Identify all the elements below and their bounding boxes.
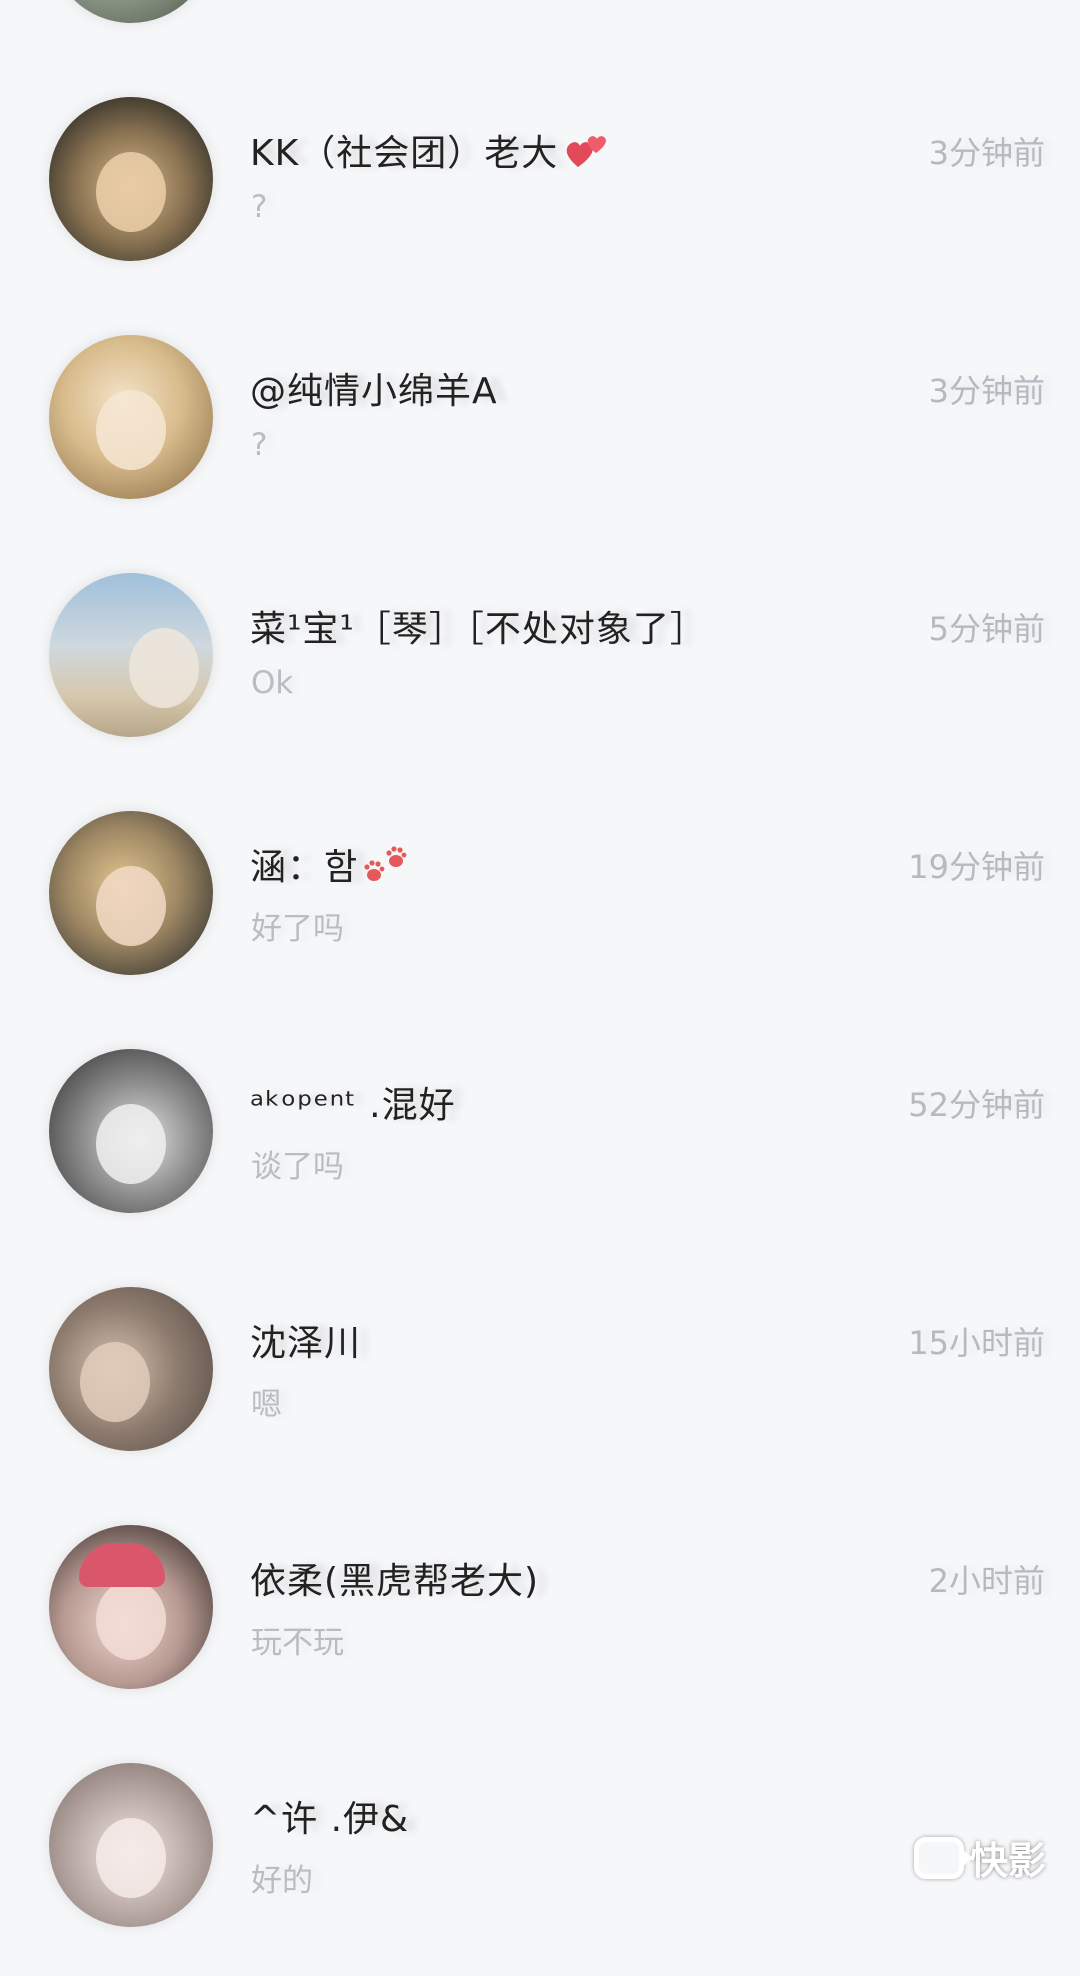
avatar[interactable] bbox=[49, 335, 213, 499]
conversation-row[interactable]: ᵃᵏᵒᵖᵉⁿᵗ .混好 52分钟前 谈了吗 bbox=[0, 1024, 1080, 1262]
avatar[interactable] bbox=[49, 1763, 213, 1927]
last-message: 谈了吗 bbox=[251, 1149, 344, 1185]
avatar[interactable] bbox=[49, 811, 213, 975]
contact-name: @纯情小绵羊A bbox=[250, 371, 498, 412]
video-camera-icon bbox=[913, 1836, 973, 1879]
contact-name: 涵：함 bbox=[250, 838, 410, 894]
last-message: ? bbox=[251, 189, 268, 225]
hearts-icon bbox=[562, 129, 614, 182]
contact-name: 沈泽川 bbox=[250, 1323, 362, 1364]
conversation-row[interactable]: 依柔(黑虎帮老大) 2小时前 玩不玩 bbox=[0, 1500, 1080, 1738]
timestamp: 19分钟前 bbox=[908, 848, 1045, 886]
avatar[interactable] bbox=[49, 0, 213, 23]
contact-name: 依柔(黑虎帮老大) bbox=[250, 1561, 540, 1602]
avatar[interactable] bbox=[49, 1525, 213, 1689]
timestamp: 15小时前 bbox=[908, 1324, 1045, 1362]
timestamp: 5分钟前 bbox=[928, 610, 1045, 648]
last-message: 玩不玩 bbox=[251, 1625, 344, 1661]
paw-icon bbox=[362, 845, 410, 894]
app-watermark: 快影 bbox=[913, 1830, 1046, 1885]
last-message: 嗯 bbox=[251, 1387, 282, 1423]
last-message: Ok bbox=[251, 665, 294, 701]
timestamp: 3分钟前 bbox=[928, 372, 1045, 410]
contact-name: ^许 .伊& bbox=[250, 1799, 410, 1840]
avatar[interactable] bbox=[49, 97, 213, 261]
avatar[interactable] bbox=[49, 1287, 213, 1451]
contact-name: ᵃᵏᵒᵖᵉⁿᵗ .混好 bbox=[250, 1085, 456, 1126]
conversation-row[interactable]: 涵：함 19分钟前 好了吗 bbox=[0, 786, 1080, 1024]
timestamp: 52分钟前 bbox=[908, 1086, 1045, 1124]
timestamp: 3分钟前 bbox=[928, 134, 1045, 172]
conversation-row[interactable]: 你好 bbox=[0, 0, 1080, 72]
avatar[interactable] bbox=[49, 1049, 213, 1213]
contact-name: KK（社会团）老大 bbox=[250, 124, 614, 182]
timestamp: 2小时前 bbox=[928, 1562, 1045, 1600]
avatar[interactable] bbox=[49, 573, 213, 737]
conversation-row[interactable]: @纯情小绵羊A 3分钟前 ? bbox=[0, 310, 1080, 548]
contact-name: 菜¹宝¹［琴］［不处对象了］ bbox=[250, 609, 707, 650]
watermark-label: 快影 bbox=[969, 1839, 1046, 1883]
conversation-list: 你好 KK（社会团）老大 3分钟前 ? @纯情小绵羊A 3分钟前 ? 菜¹宝¹［… bbox=[0, 0, 1080, 1976]
last-message: ? bbox=[251, 427, 268, 463]
conversation-row[interactable]: 菜¹宝¹［琴］［不处对象了］ 5分钟前 Ok bbox=[0, 548, 1080, 786]
last-message: 好的 bbox=[251, 1863, 313, 1899]
last-message: 好了吗 bbox=[251, 911, 344, 947]
conversation-row[interactable]: 沈泽川 15小时前 嗯 bbox=[0, 1262, 1080, 1500]
conversation-row[interactable]: KK（社会团）老大 3分钟前 ? bbox=[0, 72, 1080, 310]
